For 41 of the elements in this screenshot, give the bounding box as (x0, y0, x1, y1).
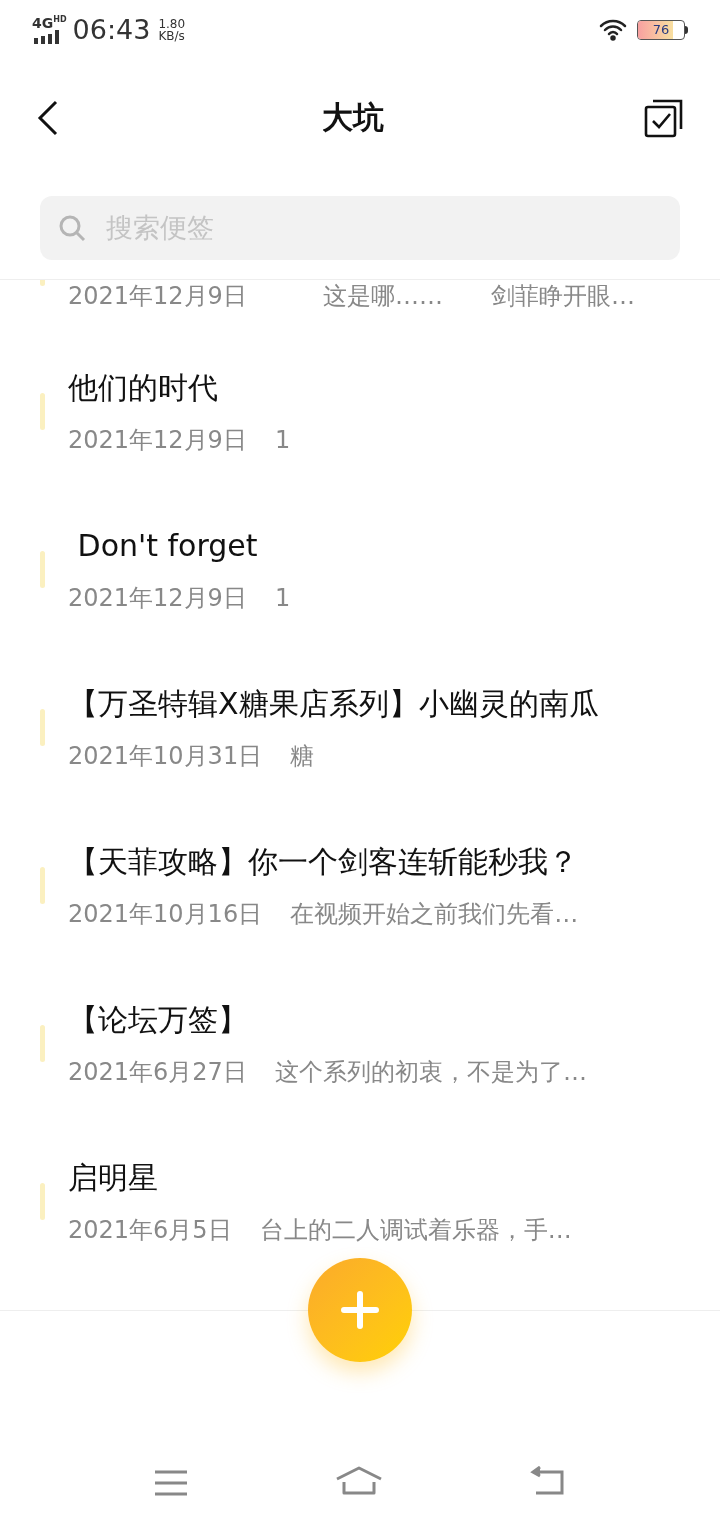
speed-value: 1.80 (158, 18, 186, 30)
note-date: 2021年12月9日 (68, 425, 247, 455)
note-preview: 1 (274, 583, 291, 613)
note-preview: 台上的二人调试着乐器，手… (259, 1215, 572, 1245)
note-title[interactable]: 【天菲攻略】你一个剑客连斩能秒我？ (68, 845, 579, 879)
note-marker (40, 709, 45, 746)
clock-time: 06:43 (72, 12, 151, 47)
home-icon[interactable] (335, 1466, 383, 1496)
note-title[interactable]: Don't forget (68, 529, 291, 563)
speed-unit: KB/s (158, 30, 186, 42)
note-preview: 在视频开始之前我们先看… (290, 899, 579, 929)
note-marker (40, 1183, 45, 1220)
note-marker (40, 551, 45, 588)
note-title[interactable]: 他们的时代 (68, 371, 291, 405)
note-preview: 糖 (290, 741, 315, 771)
plus-icon (341, 1291, 379, 1329)
note-date: 2021年12月9日 (68, 281, 247, 311)
page-title: 大坑 (322, 98, 384, 138)
search-icon (58, 214, 86, 242)
network-type: 4G (32, 16, 54, 30)
wifi-icon (599, 19, 627, 41)
note-preview: 这是哪…… 剑菲睁开眼… (321, 281, 635, 311)
note-marker (40, 393, 45, 430)
note-preview: 1 (274, 425, 291, 455)
note-date: 2021年6月5日 (68, 1215, 232, 1245)
add-note-button[interactable] (308, 1258, 412, 1362)
note-marker (40, 867, 45, 904)
note-date: 2021年10月16日 (68, 899, 263, 929)
note-title[interactable]: 【万圣特辑X糖果店系列】小幽灵的南瓜 (68, 687, 599, 721)
note-marker (40, 1025, 45, 1062)
note-date: 2021年6月27日 (68, 1057, 247, 1087)
note-date: 2021年12月9日 (68, 583, 247, 613)
note-title[interactable]: 【论坛万签】 (68, 1003, 587, 1037)
back-icon[interactable] (530, 1466, 567, 1496)
note-title[interactable]: 启明星 (68, 1161, 572, 1195)
multi-select-icon[interactable] (644, 97, 684, 138)
menu-icon[interactable] (153, 1470, 188, 1496)
battery-level: 76 (651, 21, 671, 39)
network-label: HD (53, 16, 67, 24)
note-preview: 这个系列的初衷，不是为了… (274, 1057, 587, 1087)
note-date: 2021年10月31日 (68, 741, 263, 771)
